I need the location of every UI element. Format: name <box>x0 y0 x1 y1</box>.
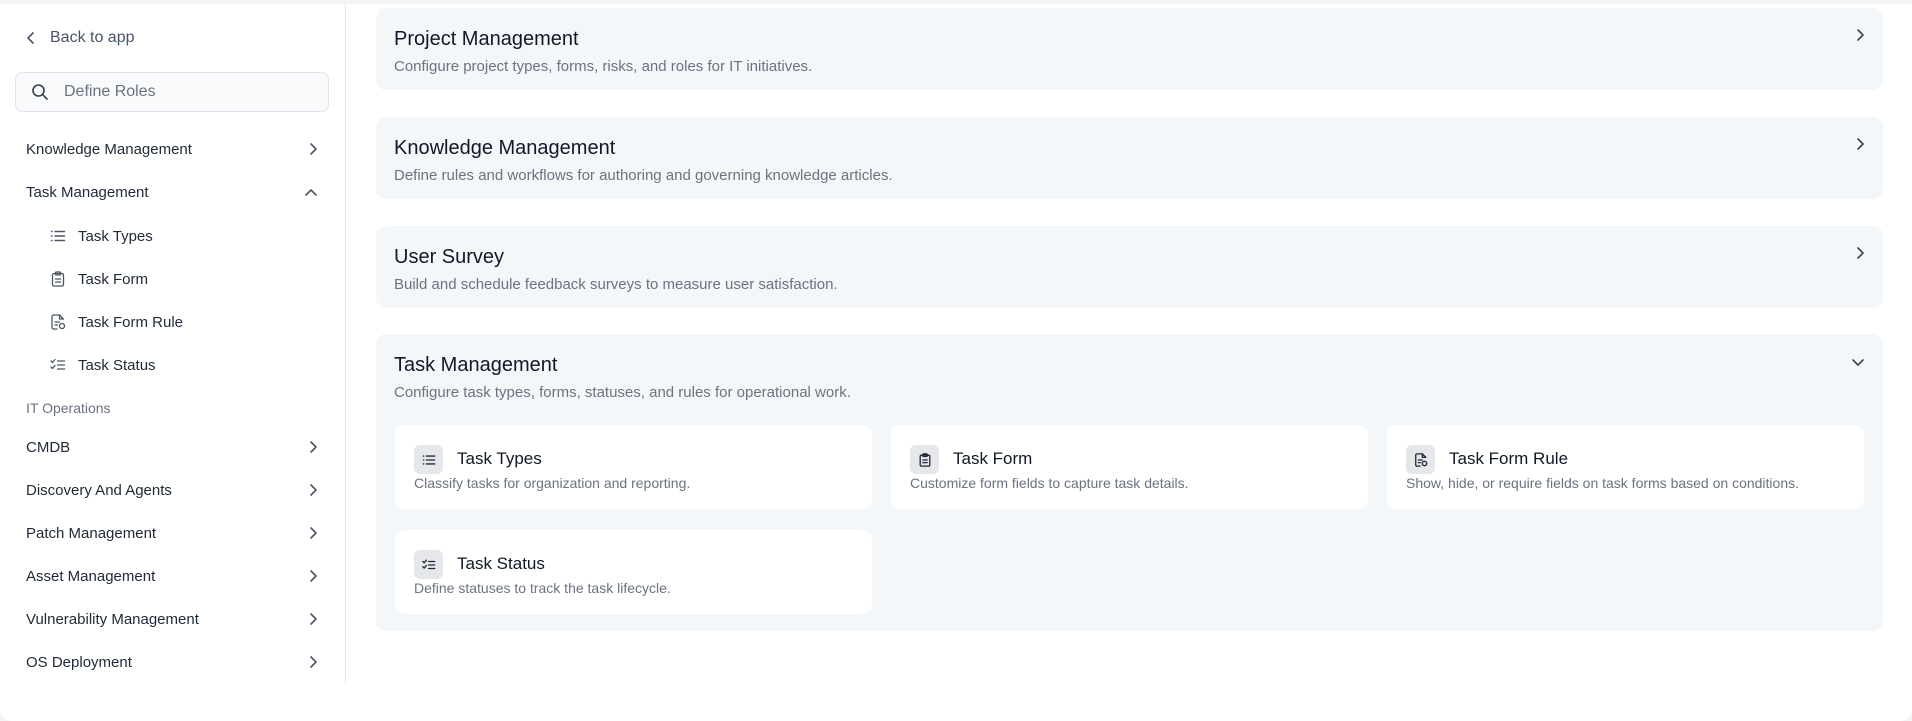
sidebar-subitem-task-types[interactable]: Task Types <box>50 223 153 249</box>
chevron-up-icon <box>305 189 317 196</box>
sidebar-subitem-label: Task Form <box>78 270 149 288</box>
sidebar-item-label: Task Management <box>26 183 149 201</box>
card-title[interactable]: Task Management <box>394 354 557 377</box>
chevron-right-icon <box>310 441 317 453</box>
chevron-left-icon <box>27 32 34 44</box>
sidebar-item-label: Asset Management <box>26 567 156 585</box>
card-title: User Survey <box>394 246 505 268</box>
subcard-task-form-rule[interactable]: Task Form Rule Show, hide, or require fi… <box>1387 425 1864 509</box>
chevron-right-icon <box>310 613 317 625</box>
card-description: Define rules and workflows for authoring… <box>394 167 893 184</box>
card-project-management[interactable]: Project Management Configure project typ… <box>376 8 1883 90</box>
card-user-survey[interactable]: User Survey Build and schedule feedback … <box>376 226 1883 308</box>
checklist-icon <box>50 358 66 370</box>
sidebar-subitem-label: Task Types <box>78 227 153 245</box>
card-knowledge-management[interactable]: Knowledge Management Define rules and wo… <box>376 117 1883 199</box>
card-title: Project Management <box>394 28 579 50</box>
subcard-task-form[interactable]: Task Form Customize form fields to captu… <box>891 425 1368 509</box>
search-box[interactable] <box>15 72 329 112</box>
subcard-title: Task Form <box>953 449 1033 468</box>
chevron-down-icon[interactable] <box>1851 358 1865 368</box>
sidebar-item-label: Discovery And Agents <box>26 481 172 499</box>
app-window: Back to app Knowledge Management Task Ma… <box>0 4 1912 721</box>
sidebar-item-cmdb[interactable]: CMDB <box>26 433 318 461</box>
sidebar-subitem-task-status[interactable]: Task Status <box>50 352 156 378</box>
main-content: Project Management Configure project typ… <box>347 4 1912 721</box>
subcard-description: Define statuses to track the task lifecy… <box>414 580 671 596</box>
file-rule-icon <box>51 314 66 330</box>
subcard-title: Task Form Rule <box>1449 449 1569 468</box>
checklist-icon <box>421 559 435 569</box>
back-to-app-label: Back to app <box>50 29 135 46</box>
card-task-management: Task Management Configure task types, fo… <box>376 334 1883 631</box>
icon-box <box>414 550 443 579</box>
subcard-title: Task Types <box>457 449 542 468</box>
card-description: Build and schedule feedback surveys to m… <box>394 276 838 293</box>
sidebar-item-label: OS Deployment <box>26 653 132 671</box>
search-input[interactable] <box>62 82 306 102</box>
subcard-title: Task Status <box>457 554 545 573</box>
list-icon <box>50 230 66 242</box>
chevron-right-icon <box>310 484 317 496</box>
sidebar-item-patch-management[interactable]: Patch Management <box>26 519 318 547</box>
sidebar-item-vulnerability-management[interactable]: Vulnerability Management <box>26 605 318 633</box>
card-description: Configure task types, forms, statuses, a… <box>394 384 851 401</box>
subcard-description: Classify tasks for organization and repo… <box>414 475 691 491</box>
list-icon <box>422 454 435 465</box>
sidebar-item-os-deployment[interactable]: OS Deployment <box>26 648 318 676</box>
back-to-app-link[interactable]: Back to app <box>26 26 135 50</box>
clipboard-icon <box>51 271 65 287</box>
sidebar-item-asset-management[interactable]: Asset Management <box>26 562 318 590</box>
chevron-right-icon <box>310 570 317 582</box>
clipboard-icon <box>919 452 930 467</box>
subcard-description: Show, hide, or require fields on task fo… <box>1406 475 1799 491</box>
chevron-right-icon <box>310 527 317 539</box>
sidebar-item-label: Knowledge Management <box>26 140 192 158</box>
sidebar-item-knowledge-management[interactable]: Knowledge Management <box>26 135 318 163</box>
icon-box <box>414 445 443 474</box>
chevron-right-icon[interactable] <box>1855 246 1865 260</box>
sidebar-item-label: Vulnerability Management <box>26 610 199 628</box>
icon-box <box>1406 445 1435 474</box>
sidebar-subitem-task-form[interactable]: Task Form <box>50 266 148 292</box>
sidebar-item-task-management[interactable]: Task Management <box>26 178 318 206</box>
sidebar-item-label: CMDB <box>26 438 71 456</box>
sidebar: Back to app Knowledge Management Task Ma… <box>0 4 346 684</box>
chevron-right-icon[interactable] <box>1855 28 1865 42</box>
chevron-right-icon <box>310 143 317 155</box>
sidebar-subitem-label: Task Form Rule <box>78 313 184 331</box>
chevron-right-icon[interactable] <box>1855 137 1865 151</box>
subcard-task-types[interactable]: Task Types Classify tasks for organizati… <box>395 425 872 509</box>
subcard-description: Customize form fields to capture task de… <box>910 475 1189 491</box>
card-description: Configure project types, forms, risks, a… <box>394 58 813 75</box>
icon-box <box>910 445 939 474</box>
file-rule-icon <box>1414 452 1427 467</box>
sidebar-subitem-task-form-rule[interactable]: Task Form Rule <box>50 309 183 335</box>
search-icon <box>32 84 48 100</box>
card-title: Knowledge Management <box>394 137 616 159</box>
sidebar-item-label: Patch Management <box>26 524 157 542</box>
chevron-right-icon <box>310 656 317 668</box>
sidebar-item-discovery-and-agents[interactable]: Discovery And Agents <box>26 476 318 504</box>
section-label-it-operations: IT Operations <box>26 400 111 416</box>
sidebar-subitem-label: Task Status <box>78 356 156 374</box>
subcard-task-status[interactable]: Task Status Define statuses to track the… <box>395 530 872 614</box>
